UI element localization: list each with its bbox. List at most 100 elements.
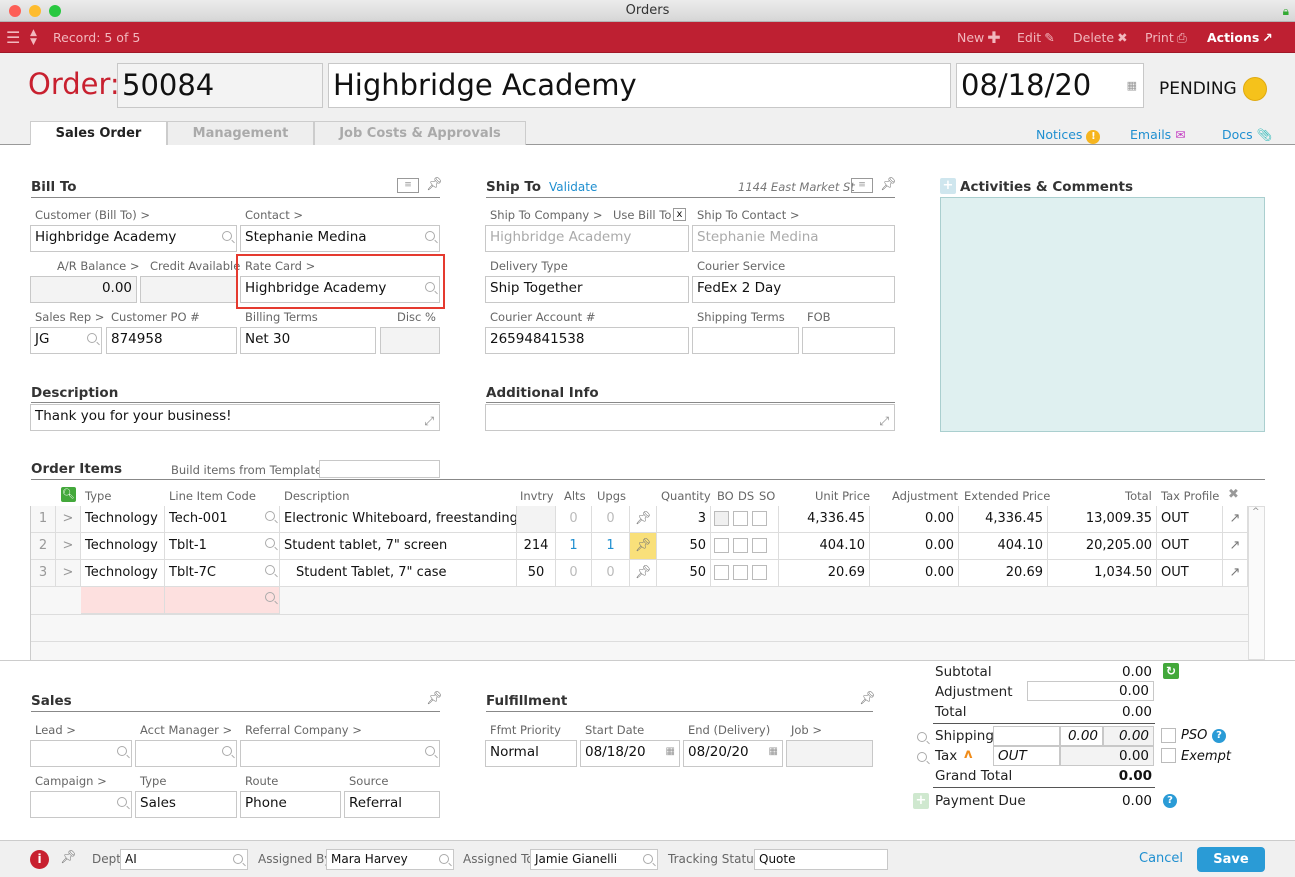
order-number-field[interactable]: 50084 bbox=[117, 63, 323, 108]
tab-management[interactable]: Management bbox=[167, 121, 314, 145]
customer-label[interactable]: Customer (Bill To) > bbox=[35, 208, 150, 222]
customer-field[interactable]: Highbridge Academy bbox=[30, 225, 237, 252]
use-bill-to-checkbox[interactable]: x bbox=[673, 208, 686, 221]
code-cell[interactable]: Tblt-1 bbox=[165, 533, 280, 560]
job-label[interactable]: Job > bbox=[791, 723, 822, 737]
alts-cell[interactable]: 1 bbox=[556, 533, 592, 560]
ship-contact-field[interactable]: Stephanie Medina bbox=[692, 225, 895, 252]
pin-cell[interactable]: 📌︎ bbox=[630, 533, 657, 560]
docs-link[interactable]: Docs 📎︎ bbox=[1222, 127, 1273, 143]
exempt-checkbox[interactable] bbox=[1161, 748, 1176, 763]
acct-manager-label[interactable]: Acct Manager > bbox=[140, 723, 232, 737]
sales-rep-label[interactable]: Sales Rep > bbox=[35, 310, 104, 324]
emails-link[interactable]: Emails ✉ bbox=[1130, 127, 1186, 142]
code-cell[interactable]: Tblt-7C bbox=[165, 560, 280, 587]
notices-link[interactable]: Notices ! bbox=[1036, 127, 1101, 144]
code-cell[interactable]: Tech-001 bbox=[165, 506, 280, 533]
new-row-type[interactable] bbox=[81, 587, 165, 614]
campaign-field[interactable] bbox=[30, 791, 132, 818]
pin-icon[interactable]: 📌︎ bbox=[60, 850, 77, 865]
tab-job-costs[interactable]: Job Costs & Approvals bbox=[314, 121, 526, 145]
bo-checkbox[interactable] bbox=[714, 565, 729, 580]
arrow-up-right-icon[interactable]: ↗ bbox=[1230, 511, 1241, 526]
disc-field[interactable] bbox=[380, 327, 440, 354]
source-field[interactable]: Referral bbox=[344, 791, 440, 818]
search-icon[interactable] bbox=[222, 746, 232, 756]
route-field[interactable]: Phone bbox=[240, 791, 341, 818]
template-field[interactable] bbox=[319, 460, 440, 478]
shipping-method-field[interactable] bbox=[993, 726, 1060, 746]
items-scrollbar[interactable]: ^ bbox=[1248, 506, 1265, 660]
add-payment-icon[interactable]: + bbox=[913, 793, 929, 809]
so-checkbox[interactable] bbox=[752, 565, 767, 580]
validate-link[interactable]: Validate bbox=[549, 180, 597, 194]
adjustment-cell[interactable]: 0.00 bbox=[870, 506, 959, 533]
search-icon[interactable] bbox=[917, 752, 927, 762]
new-row-code[interactable] bbox=[165, 587, 280, 614]
shipping-cost-field[interactable]: 0.00 bbox=[1060, 726, 1103, 746]
adjustment-cell[interactable]: 0.00 bbox=[870, 533, 959, 560]
pin-icon[interactable]: 📌︎ bbox=[426, 177, 443, 192]
pin-icon[interactable]: 📌︎ bbox=[635, 511, 652, 526]
delivery-type-field[interactable]: Ship Together bbox=[485, 276, 689, 303]
upgs-cell[interactable]: 0 bbox=[592, 506, 630, 533]
expand-icon[interactable]: ⤢ bbox=[424, 410, 434, 430]
search-icon[interactable] bbox=[265, 565, 275, 575]
search-icon[interactable] bbox=[917, 732, 927, 742]
acct-manager-field[interactable] bbox=[135, 740, 237, 767]
billing-terms-field[interactable]: Net 30 bbox=[240, 327, 376, 354]
referral-company-label[interactable]: Referral Company > bbox=[245, 723, 362, 737]
address-card-icon[interactable]: ≡ bbox=[397, 178, 419, 193]
pin-icon[interactable]: 📌︎ bbox=[635, 538, 652, 553]
contact-label[interactable]: Contact > bbox=[245, 208, 303, 222]
quantity-cell[interactable]: 50 bbox=[657, 560, 711, 587]
courier-service-field[interactable]: FedEx 2 Day bbox=[692, 276, 895, 303]
courier-account-field[interactable]: 26594841538 bbox=[485, 327, 689, 354]
refresh-icon[interactable]: ↻ bbox=[1163, 663, 1179, 679]
rate-card-field[interactable]: Highbridge Academy bbox=[240, 276, 440, 303]
alts-cell[interactable]: 0 bbox=[556, 506, 592, 533]
ds-checkbox[interactable] bbox=[733, 511, 748, 526]
adjustment-field[interactable]: 0.00 bbox=[1027, 681, 1154, 701]
menu-icon[interactable]: ☰ bbox=[6, 22, 20, 53]
ar-balance-label[interactable]: A/R Balance > bbox=[57, 259, 140, 273]
delete-column-icon[interactable]: ✖ bbox=[1228, 487, 1239, 502]
open-item-cell[interactable]: ↗ bbox=[1223, 560, 1248, 587]
customer-po-field[interactable]: 874958 bbox=[106, 327, 237, 354]
search-icon[interactable] bbox=[439, 854, 449, 864]
search-icon[interactable] bbox=[117, 797, 127, 807]
description-cell[interactable]: Student tablet, 7" screen bbox=[280, 533, 517, 560]
lead-field[interactable] bbox=[30, 740, 132, 767]
pin-cell[interactable]: 📌︎ bbox=[630, 560, 657, 587]
unit-price-cell[interactable]: 20.69 bbox=[779, 560, 870, 587]
help-icon[interactable]: ? bbox=[1212, 729, 1226, 743]
expand-icon[interactable]: ⤢ bbox=[879, 410, 889, 430]
maximize-window-button[interactable] bbox=[49, 5, 61, 17]
so-checkbox[interactable] bbox=[752, 538, 767, 553]
campaign-label[interactable]: Campaign > bbox=[35, 774, 107, 788]
minimize-window-button[interactable] bbox=[29, 5, 41, 17]
search-icon[interactable] bbox=[222, 231, 232, 241]
tax-profile-cell[interactable]: OUT bbox=[1157, 533, 1223, 560]
pin-icon[interactable]: 📌︎ bbox=[880, 177, 897, 192]
type-cell[interactable]: Technology bbox=[81, 560, 165, 587]
pin-icon[interactable]: 📌︎ bbox=[635, 565, 652, 580]
ds-checkbox[interactable] bbox=[733, 565, 748, 580]
help-icon[interactable]: ? bbox=[1163, 794, 1177, 808]
assigned-to-field[interactable]: Jamie Gianelli bbox=[530, 849, 658, 870]
assigned-by-field[interactable]: Mara Harvey bbox=[326, 849, 454, 870]
lead-label[interactable]: Lead > bbox=[35, 723, 76, 737]
calendar-icon[interactable]: ▦ bbox=[666, 741, 675, 763]
type-field[interactable]: Sales bbox=[135, 791, 237, 818]
rate-card-label[interactable]: Rate Card > bbox=[245, 259, 315, 273]
tab-sales-order[interactable]: Sales Order bbox=[30, 121, 167, 146]
tax-profile-cell[interactable]: OUT bbox=[1157, 506, 1223, 533]
search-icon[interactable] bbox=[87, 333, 97, 343]
arrow-up-right-icon[interactable]: ↗ bbox=[1230, 565, 1241, 580]
so-checkbox[interactable] bbox=[752, 511, 767, 526]
search-icon[interactable] bbox=[425, 746, 435, 756]
print-button[interactable]: Print ⎙ bbox=[1145, 22, 1187, 53]
referral-company-field[interactable] bbox=[240, 740, 440, 767]
scroll-up-icon[interactable]: ^ bbox=[1252, 507, 1260, 517]
pin-cell[interactable]: 📌︎ bbox=[630, 506, 657, 533]
